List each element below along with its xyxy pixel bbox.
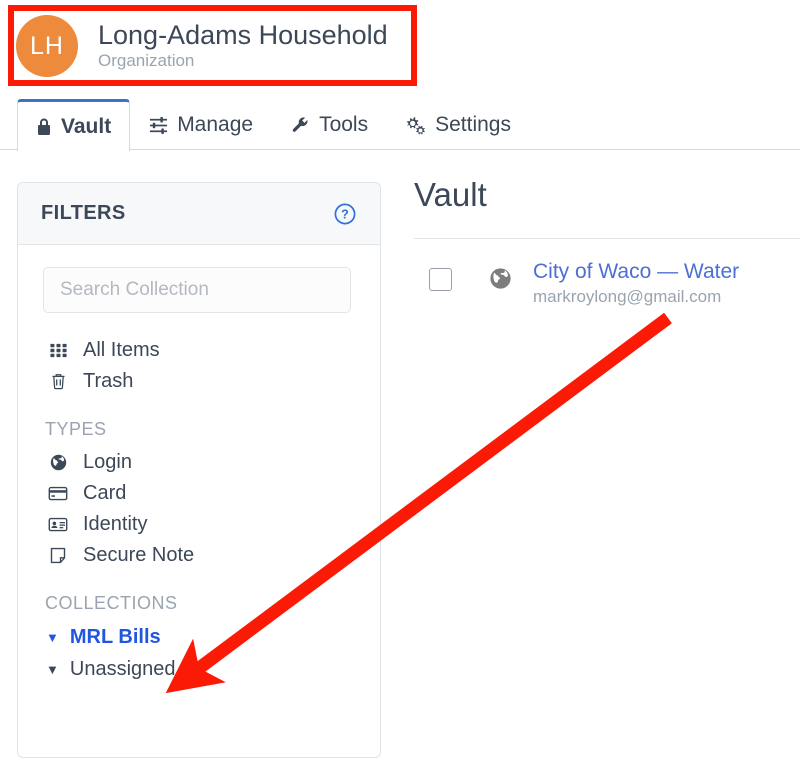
filters-panel: FILTERS ? Search Collection All Items Tr… xyxy=(17,182,381,758)
collection-mrl-bills-label: MRL Bills xyxy=(69,625,161,648)
caret-down-icon[interactable]: ▼ xyxy=(46,631,59,644)
question-circle-icon[interactable]: ? xyxy=(333,202,357,226)
main-tabbar: Vault Manage Tools Settings xyxy=(0,99,800,152)
sidebar-item-identity[interactable]: Identity xyxy=(43,509,355,540)
tab-tools[interactable]: Tools xyxy=(272,99,387,150)
tab-vault-label: Vault xyxy=(61,114,112,138)
sidebar-item-trash[interactable]: Trash xyxy=(43,366,355,397)
lock-icon xyxy=(36,117,52,137)
grid-icon xyxy=(47,341,69,360)
tab-manage-label: Manage xyxy=(177,113,254,136)
globe-icon xyxy=(488,266,513,296)
filter-nav-list: All Items Trash xyxy=(43,335,355,397)
filters-header: FILTERS ? xyxy=(18,183,380,245)
tab-settings-label: Settings xyxy=(435,113,511,136)
tab-manage[interactable]: Manage xyxy=(130,99,272,150)
sliders-icon xyxy=(149,116,168,135)
globe-icon xyxy=(47,453,69,472)
organization-subtitle: Organization xyxy=(98,51,195,71)
sidebar-item-identity-label: Identity xyxy=(83,513,148,535)
row-checkbox[interactable] xyxy=(429,268,452,291)
collections-section-label: COLLECTIONS xyxy=(45,593,178,613)
tab-list: Vault Manage Tools Settings xyxy=(0,99,800,152)
sidebar-item-secure-note[interactable]: Secure Note xyxy=(43,540,355,571)
types-list: Login Card Identity Secure Note xyxy=(43,447,355,571)
caret-down-icon[interactable]: ▼ xyxy=(46,663,59,676)
collection-unassigned-label: Unassigned xyxy=(69,657,176,680)
trash-icon xyxy=(47,372,69,391)
sidebar-item-card[interactable]: Card xyxy=(43,478,355,509)
avatar: LH xyxy=(16,15,78,77)
app-root: LH Long-Adams Household Organization Vau… xyxy=(0,0,800,778)
collection-unassigned[interactable]: ▼ Unassigned xyxy=(43,653,355,685)
tab-settings[interactable]: Settings xyxy=(387,99,530,150)
avatar-initials: LH xyxy=(30,31,64,60)
sidebar-item-login-label: Login xyxy=(83,451,132,473)
id-card-icon xyxy=(47,516,69,533)
organization-text: Long-Adams Household Organization xyxy=(98,20,388,72)
table-row[interactable]: City of Waco — Water markroylong@gmail.c… xyxy=(414,239,800,308)
wrench-icon xyxy=(291,116,310,135)
page-title: Vault xyxy=(414,176,487,213)
filters-body: All Items Trash xyxy=(18,245,380,685)
sidebar-item-login[interactable]: Login xyxy=(43,447,355,478)
vault-item-city-of-waco[interactable]: City of Waco — Water xyxy=(533,260,739,284)
types-section-label: TYPES xyxy=(45,419,107,439)
vault-panel: Vault City of Waco — Water markroylong@g… xyxy=(414,178,800,308)
filters-title: FILTERS xyxy=(41,202,126,224)
row-content: City of Waco — Water markroylong@gmail.c… xyxy=(533,260,739,308)
svg-text:?: ? xyxy=(341,207,349,221)
search-input[interactable] xyxy=(43,267,351,313)
tab-tools-label: Tools xyxy=(319,113,369,136)
collection-mrl-bills[interactable]: ▼ MRL Bills xyxy=(43,621,355,653)
organization-name: Long-Adams Household xyxy=(98,20,388,51)
sidebar-item-trash-label: Trash xyxy=(83,370,134,392)
sidebar-item-secure-note-label: Secure Note xyxy=(83,544,195,566)
gears-icon xyxy=(406,116,426,135)
credit-card-icon xyxy=(47,485,69,502)
vault-item-username: markroylong@gmail.com xyxy=(533,287,722,307)
sidebar-item-all-items[interactable]: All Items xyxy=(43,335,355,366)
sidebar-item-all-items-label: All Items xyxy=(83,339,160,361)
sticky-note-icon xyxy=(47,546,69,565)
tab-vault[interactable]: Vault xyxy=(17,99,131,152)
sidebar-item-card-label: Card xyxy=(83,482,127,504)
organization-header[interactable]: LH Long-Adams Household Organization xyxy=(16,12,388,80)
